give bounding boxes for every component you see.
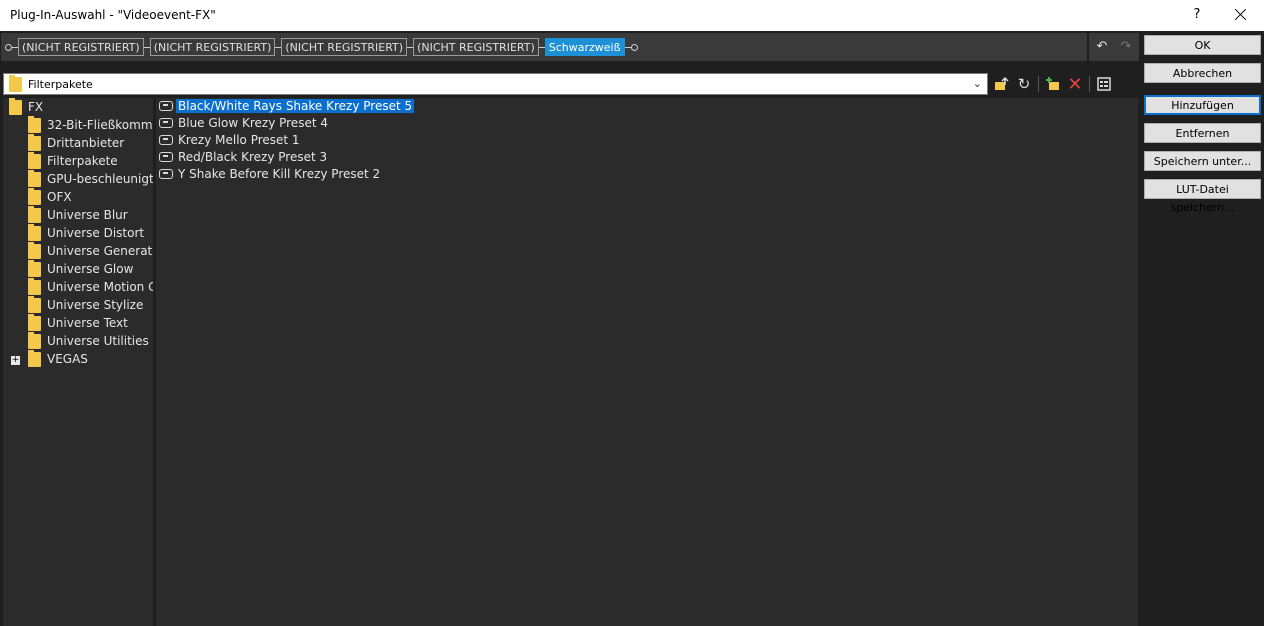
tree-item-label: Universe Generators xyxy=(47,244,153,258)
list-item-label: Blue Glow Krezy Preset 4 xyxy=(178,116,328,130)
preset-list[interactable]: Black/White Rays Shake Krezy Preset 5 Bl… xyxy=(156,98,1138,626)
list-item-label: Red/Black Krezy Preset 3 xyxy=(178,150,328,164)
preset-chain-icon xyxy=(159,135,173,145)
tree-item-fx[interactable]: FX xyxy=(9,98,43,116)
tree-item[interactable]: GPU-beschleunigt xyxy=(28,169,153,188)
tree-item-label: Universe Text xyxy=(47,316,128,330)
expand-icon[interactable]: + xyxy=(11,356,20,365)
tree-item[interactable]: Universe Motion Gra xyxy=(28,277,153,296)
help-button[interactable]: ? xyxy=(1187,4,1207,26)
folder-icon xyxy=(28,313,41,331)
preset-chain-icon xyxy=(159,101,173,111)
tree-item[interactable]: Universe Distort xyxy=(28,223,145,242)
save-lut-button[interactable]: LUT-Datei speichern... xyxy=(1144,179,1261,214)
preset-chain-icon xyxy=(159,152,173,162)
tree-item[interactable]: Universe Utilities xyxy=(28,331,149,350)
list-item[interactable]: Y Shake Before Kill Krezy Preset 2 xyxy=(159,166,382,182)
window-title: Plug-In-Auswahl - "Videoevent-FX" xyxy=(10,8,216,22)
view-mode-icon[interactable] xyxy=(1093,74,1115,94)
list-item[interactable]: Red/Black Krezy Preset 3 xyxy=(159,149,329,165)
tree-item-label: GPU-beschleunigt xyxy=(47,172,153,186)
tree-item-label: OFX xyxy=(47,190,72,204)
tree-item-vegas[interactable]: VEGAS xyxy=(28,349,88,368)
remove-button[interactable]: Entfernen xyxy=(1144,123,1261,143)
refresh-icon[interactable]: ↻ xyxy=(1013,74,1035,94)
redo-icon[interactable]: ↷ xyxy=(1118,40,1134,54)
tree-item-label: 32-Bit-Fließkomma xyxy=(47,118,153,132)
chevron-down-icon[interactable]: ⌄ xyxy=(973,77,982,90)
delete-icon[interactable]: ✕ xyxy=(1064,74,1086,95)
tree-item-label: Universe Distort xyxy=(47,226,145,240)
tree-item[interactable]: Universe Blur xyxy=(28,205,128,224)
chain-plugin-active[interactable]: Schwarzweiß xyxy=(544,38,625,56)
add-button[interactable]: Hinzufügen xyxy=(1144,95,1261,115)
tree-item-label: FX xyxy=(28,100,44,114)
tree-item-label: Universe Utilities xyxy=(47,334,149,348)
tree-item[interactable]: Filterpakete xyxy=(28,151,118,170)
chain-start-node xyxy=(5,43,12,51)
folder-tree[interactable]: FX 32-Bit-Fließkomma Drittanbieter Filte… xyxy=(3,98,153,626)
plugin-chain-bar: (NICHT REGISTRIERT) (NICHT REGISTRIERT) … xyxy=(1,33,1087,61)
folder-icon xyxy=(9,98,22,115)
title-bar: Plug-In-Auswahl - "Videoevent-FX" ? xyxy=(0,0,1264,31)
package-path-value: Filterpakete xyxy=(28,78,93,91)
tree-item-label: Filterpakete xyxy=(47,154,118,168)
list-item[interactable]: Blue Glow Krezy Preset 4 xyxy=(159,115,330,131)
tree-item-label: Drittanbieter xyxy=(47,136,125,150)
package-path-combobox[interactable]: Filterpakete ⌄ xyxy=(3,73,988,95)
save-as-button[interactable]: Speichern unter... xyxy=(1144,151,1261,171)
list-item-label: Krezy Mello Preset 1 xyxy=(178,133,300,147)
folder-icon xyxy=(28,223,41,241)
tree-item[interactable]: Drittanbieter xyxy=(28,133,125,152)
cancel-button[interactable]: Abbrechen xyxy=(1144,63,1261,83)
tree-item[interactable]: OFX xyxy=(28,187,72,206)
folder-icon xyxy=(28,331,41,349)
folder-icon xyxy=(28,241,41,259)
list-item[interactable]: Black/White Rays Shake Krezy Preset 5 xyxy=(159,98,415,114)
close-icon[interactable] xyxy=(1230,4,1252,26)
tree-item[interactable]: Universe Glow xyxy=(28,259,134,278)
preset-chain-icon xyxy=(159,118,173,128)
preset-chain-icon xyxy=(159,169,173,179)
new-folder-icon[interactable] xyxy=(1042,74,1064,94)
list-item-label: Y Shake Before Kill Krezy Preset 2 xyxy=(178,167,381,181)
plugin-chain: (NICHT REGISTRIERT) (NICHT REGISTRIERT) … xyxy=(5,37,638,57)
folder-icon xyxy=(28,115,41,133)
tree-item[interactable]: Universe Stylize xyxy=(28,295,144,314)
chain-plugin[interactable]: (NICHT REGISTRIERT) xyxy=(413,38,539,56)
folder-icon xyxy=(28,277,41,295)
folder-icon xyxy=(28,295,41,313)
folder-icon xyxy=(28,187,41,205)
folder-icon xyxy=(28,259,41,277)
action-panel: OK Abbrechen Hinzufügen Entfernen Speich… xyxy=(1141,31,1264,626)
folder-icon xyxy=(28,133,41,151)
tree-item[interactable]: Universe Generators xyxy=(28,241,153,260)
tree-item[interactable]: 32-Bit-Fließkomma xyxy=(28,115,153,134)
up-folder-icon[interactable] xyxy=(991,74,1013,94)
chain-end-node xyxy=(630,43,638,51)
undo-icon[interactable]: ↶ xyxy=(1094,40,1110,54)
folder-icon xyxy=(28,205,41,223)
chain-plugin[interactable]: (NICHT REGISTRIERT) xyxy=(149,38,276,56)
chain-plugin[interactable]: (NICHT REGISTRIERT) xyxy=(281,38,408,56)
folder-icon xyxy=(28,169,41,187)
tree-item[interactable]: Universe Text xyxy=(28,313,128,332)
tree-item-label: Universe Blur xyxy=(47,208,128,222)
list-item[interactable]: Krezy Mello Preset 1 xyxy=(159,132,302,148)
tree-item-label: Universe Motion Gra xyxy=(47,280,153,294)
folder-icon xyxy=(28,151,41,169)
list-toolbar: ↻ ✕ xyxy=(991,73,1139,95)
list-item-label: Black/White Rays Shake Krezy Preset 5 xyxy=(176,99,415,113)
tree-item-label: Universe Glow xyxy=(47,262,134,276)
folder-icon xyxy=(28,349,41,367)
folder-icon xyxy=(9,75,22,92)
tree-item-label: Universe Stylize xyxy=(47,298,144,312)
tree-item-label: VEGAS xyxy=(47,352,88,366)
chain-plugin[interactable]: (NICHT REGISTRIERT) xyxy=(18,38,144,56)
chain-controls: ↶ ↷ xyxy=(1089,33,1139,61)
ok-button[interactable]: OK xyxy=(1144,35,1261,55)
